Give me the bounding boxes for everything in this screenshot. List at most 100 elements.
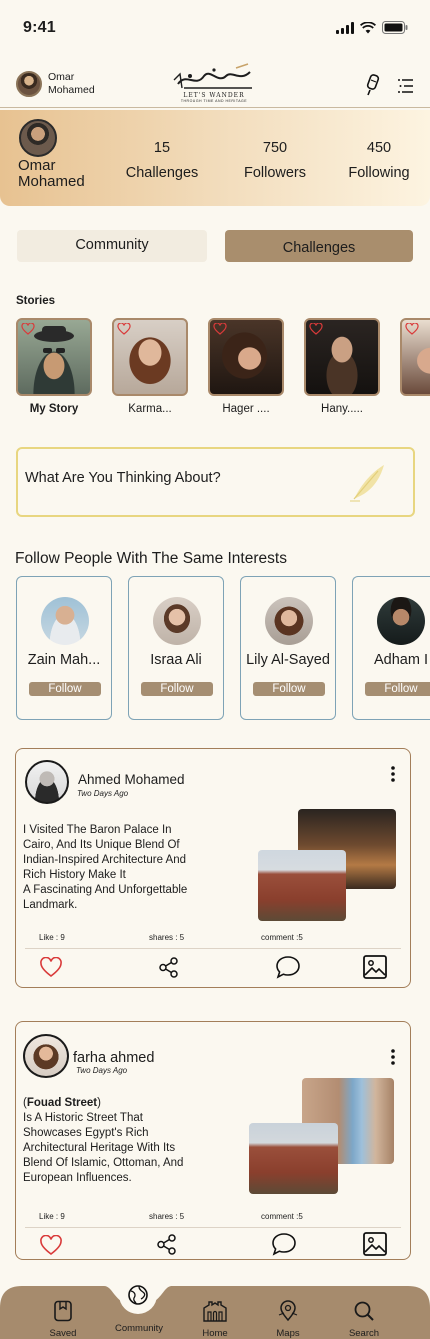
profile-avatar[interactable] [19, 119, 57, 157]
profile-name-last: Mohamed [18, 173, 85, 190]
image-icon[interactable] [363, 955, 387, 979]
post-image[interactable] [258, 850, 346, 921]
app-logo: LET'S WANDER THROUGH TIME AND HERITAGE [166, 62, 262, 104]
nav-community[interactable]: Community [109, 1322, 169, 1334]
more-options-icon[interactable] [391, 766, 395, 782]
story-label: Hany..... [321, 403, 363, 415]
map-pin-icon [278, 1300, 298, 1322]
post-like-count: Like : 9 [39, 933, 65, 942]
story-item[interactable] [400, 318, 430, 396]
stat-challenges[interactable]: 15 Challenges [118, 140, 206, 181]
like-heart-icon[interactable] [405, 323, 419, 335]
create-post-icon[interactable] [364, 74, 382, 101]
globe-icon [128, 1285, 148, 1305]
story-thumbnail [112, 318, 188, 396]
post-body-text: (Fouad Street) Is A Historic Street That… [23, 1096, 183, 1186]
nav-label: Home [202, 1328, 228, 1339]
nav-home[interactable]: Home [185, 1300, 245, 1339]
bookmark-icon [54, 1300, 72, 1322]
like-heart-icon[interactable] [309, 323, 323, 335]
suggestion-avatar [153, 597, 201, 645]
battery-icon [382, 21, 408, 34]
like-heart-icon[interactable] [39, 1235, 63, 1256]
image-icon[interactable] [363, 1232, 387, 1256]
nav-label: Maps [276, 1328, 300, 1339]
post-body-content: Is A Historic Street That Showcases Egyp… [23, 1112, 184, 1184]
suggestion-avatar [41, 597, 89, 645]
like-heart-icon[interactable] [21, 323, 35, 335]
more-options-icon[interactable] [391, 1049, 395, 1065]
post-timestamp: Two Days Ago [77, 789, 129, 798]
suggestion-card[interactable]: Lily Al-Sayed Follow [240, 576, 336, 720]
stat-label: Challenges [125, 165, 199, 181]
share-icon[interactable] [157, 1234, 177, 1255]
like-heart-icon[interactable] [39, 957, 63, 978]
comment-icon[interactable] [271, 1232, 297, 1256]
story-label: Hager .... [222, 403, 270, 415]
status-icons [336, 21, 408, 34]
divider [25, 948, 401, 949]
share-icon[interactable] [159, 957, 179, 978]
story-label: My Story [29, 403, 79, 415]
app-header: Omar Mohamed LET'S WANDER THROUGH TIME A… [0, 62, 430, 108]
follow-button[interactable]: Follow [141, 682, 213, 696]
post-composer[interactable]: What Are You Thinking About? [16, 447, 415, 517]
story-item[interactable]: My Story [16, 318, 92, 415]
header-user-name[interactable]: Omar Mohamed [48, 71, 95, 97]
header-avatar[interactable] [16, 71, 42, 97]
like-heart-icon[interactable] [213, 323, 227, 335]
post-body-text: I Visited The Baron Palace In Cairo, And… [23, 824, 188, 911]
follow-button[interactable]: Follow [29, 682, 101, 696]
post-author-avatar[interactable] [23, 1034, 69, 1078]
suggestion-card[interactable]: Zain Mah... Follow [16, 576, 112, 720]
story-item[interactable]: Karma... [112, 318, 188, 415]
header-user-first: Omar [48, 71, 75, 83]
tab-community[interactable]: Community [17, 230, 207, 262]
wifi-icon [360, 21, 376, 33]
story-item[interactable]: Hany..... [304, 318, 380, 415]
logo-subtext: THROUGH TIME AND HERITAGE [180, 99, 248, 103]
stat-label: Followers [243, 165, 307, 181]
story-thumbnail [208, 318, 284, 396]
feather-icon [350, 465, 384, 502]
composer-placeholder: What Are You Thinking About? [25, 470, 221, 486]
story-thumbnail [400, 318, 430, 396]
post-image[interactable] [249, 1123, 338, 1194]
suggestion-avatar [377, 597, 425, 645]
follow-button[interactable]: Follow [365, 682, 430, 696]
divider [25, 1227, 401, 1228]
suggestion-card[interactable]: Adham I Follow [352, 576, 430, 720]
nav-search[interactable]: Search [334, 1300, 394, 1339]
stat-followers[interactable]: 750 Followers [232, 140, 318, 181]
suggestion-name: Lily Al-Sayed [246, 652, 330, 668]
suggestion-card[interactable]: Israa Ali Follow [128, 576, 224, 720]
post-timestamp: Two Days Ago [76, 1066, 128, 1075]
nav-label: Search [348, 1328, 380, 1339]
post-author-name[interactable]: Ahmed Mohamed [78, 772, 185, 787]
post-author-name[interactable]: farha ahmed [73, 1050, 154, 1066]
nav-maps[interactable]: Maps [258, 1300, 318, 1339]
building-icon [203, 1301, 227, 1322]
nav-saved[interactable]: Saved [33, 1300, 93, 1339]
stat-value: 750 [262, 140, 288, 156]
suggestion-avatar [265, 597, 313, 645]
community-fab[interactable] [119, 1276, 157, 1314]
story-thumbnail [16, 318, 92, 396]
post-share-count: shares : 5 [149, 933, 185, 942]
story-item[interactable]: Hager .... [208, 318, 284, 415]
nav-label: Saved [49, 1328, 77, 1339]
comment-icon[interactable] [275, 955, 301, 979]
story-label: Karma... [128, 403, 172, 415]
like-heart-icon[interactable] [117, 323, 131, 335]
stat-label: Following [348, 165, 410, 181]
menu-icon[interactable] [398, 79, 414, 98]
stat-following[interactable]: 450 Following [338, 140, 420, 181]
header-user-last: Mohamed [48, 84, 95, 96]
suggestion-name: Zain Mah... [27, 652, 101, 668]
follow-button[interactable]: Follow [253, 682, 325, 696]
stat-value: 15 [153, 140, 171, 156]
post-share-count: shares : 5 [149, 1212, 185, 1221]
tab-challenges[interactable]: Challenges [225, 230, 413, 262]
post-author-avatar[interactable] [25, 760, 69, 804]
post-card: farha ahmed Two Days Ago (Fouad Street) … [15, 1021, 411, 1260]
